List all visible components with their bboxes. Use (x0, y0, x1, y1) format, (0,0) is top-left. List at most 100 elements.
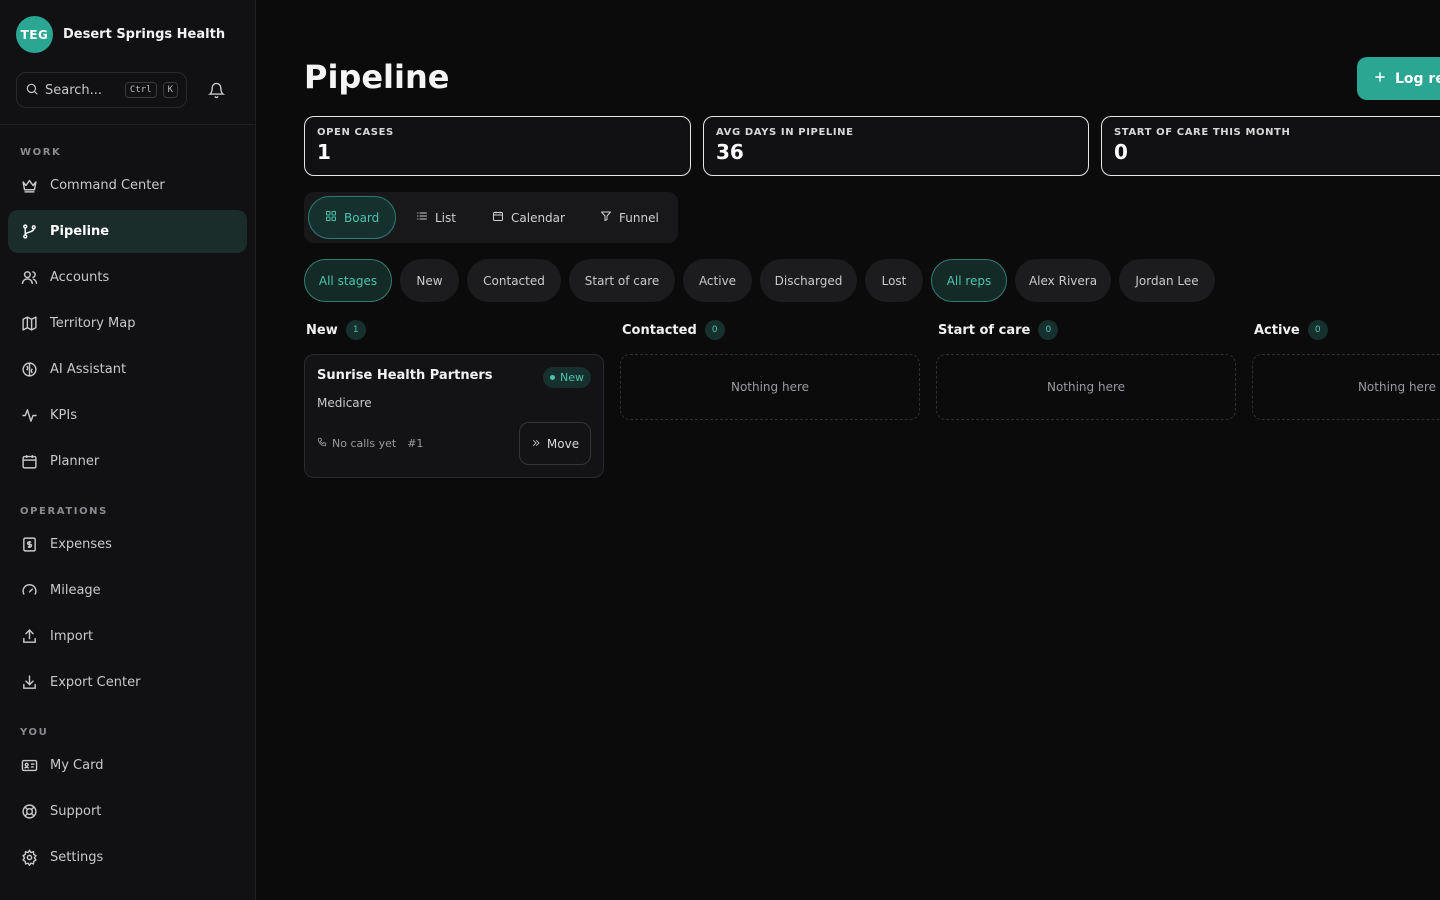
empty-column-contacted: Nothing here (620, 354, 920, 420)
sidebar-item-ai-assistant[interactable]: AI Assistant (8, 348, 247, 391)
sidebar-item-settings[interactable]: Settings (8, 836, 247, 879)
chip-all-stages[interactable]: All stages (304, 259, 392, 302)
plus-icon (1373, 70, 1387, 88)
tab-funnel[interactable]: Funnel (584, 196, 675, 239)
page-title: Pipeline (304, 58, 450, 96)
pipeline-card[interactable]: Sunrise Health Partners New Medicare No … (304, 354, 604, 478)
stat-start-of-care: START OF CARE THIS MONTH 0 (1101, 116, 1440, 176)
receipt-icon (20, 536, 38, 554)
chip-all-reps[interactable]: All reps (931, 259, 1007, 302)
sidebar-item-command-center[interactable]: Command Center (8, 164, 247, 207)
sidebar-item-kpis[interactable]: KPIs (8, 394, 247, 437)
section-title-operations: OPERATIONS (20, 506, 108, 517)
sidebar-item-mileage[interactable]: Mileage (8, 569, 247, 612)
chevrons-right-icon (531, 437, 541, 451)
sidebar-item-label: Command Center (50, 178, 165, 193)
sidebar-item-label: Accounts (50, 270, 110, 285)
tab-calendar[interactable]: Calendar (476, 196, 581, 239)
calendar-icon (492, 210, 504, 225)
search-placeholder: Search... (45, 82, 103, 98)
sidebar-item-pipeline[interactable]: Pipeline (8, 210, 247, 253)
badge-label: New (560, 371, 584, 384)
search-input[interactable]: Search... Ctrl K (16, 72, 187, 108)
empty-column-active: Nothing here (1252, 354, 1440, 420)
chip-new[interactable]: New (400, 259, 459, 302)
users-icon (20, 269, 38, 287)
column-title: Active (1254, 322, 1300, 338)
sidebar-item-label: Settings (50, 850, 104, 865)
sidebar-item-planner[interactable]: Planner (8, 440, 247, 483)
empty-column-start-of-care: Nothing here (936, 354, 1236, 420)
card-title: Sunrise Health Partners (317, 368, 493, 383)
column-count: 0 (1038, 320, 1059, 340)
chip-lost[interactable]: Lost (865, 259, 923, 302)
sidebar-item-accounts[interactable]: Accounts (8, 256, 247, 299)
brand-logo: TEG (16, 16, 53, 53)
gauge-icon (20, 582, 38, 600)
brain-icon (20, 361, 38, 379)
column-title: Contacted (622, 322, 697, 338)
status-dot (550, 375, 555, 380)
tab-label: Funnel (619, 210, 659, 225)
chip-start-of-care[interactable]: Start of care (569, 259, 675, 302)
column-title: Start of care (938, 322, 1031, 338)
stat-value: 36 (716, 140, 744, 164)
chip-alex-rivera[interactable]: Alex Rivera (1015, 259, 1111, 302)
sidebar-item-my-card[interactable]: My Card (8, 744, 247, 787)
move-button[interactable]: Move (519, 422, 591, 465)
chip-contacted[interactable]: Contacted (467, 259, 561, 302)
log-referral-button[interactable]: Log ref (1357, 57, 1440, 100)
stat-label: START OF CARE THIS MONTH (1114, 127, 1291, 138)
stat-value: 1 (317, 140, 331, 164)
sidebar-item-label: Expenses (50, 537, 112, 552)
log-button-label: Log ref (1395, 70, 1440, 87)
filter-icon (600, 210, 612, 225)
search-icon (25, 81, 39, 100)
map-icon (20, 315, 38, 333)
sidebar-item-label: AI Assistant (50, 362, 127, 377)
card-number: #1 (407, 437, 424, 450)
column-title: New (306, 322, 338, 338)
id-card-icon (20, 757, 38, 775)
shortcut-ctrl: Ctrl (124, 82, 157, 98)
sidebar-item-label: Pipeline (50, 224, 110, 239)
column-count: 1 (345, 320, 366, 340)
column-count: 0 (704, 320, 725, 340)
bell-icon[interactable] (205, 79, 227, 101)
card-subtitle: Medicare (317, 396, 372, 410)
branch-icon (20, 223, 38, 241)
sidebar-item-import[interactable]: Import (8, 615, 247, 658)
sidebar-item-expenses[interactable]: Expenses (8, 523, 247, 566)
tab-label: Calendar (511, 210, 565, 225)
column-header-start-of-care: Start of care 0 (938, 320, 1059, 340)
calendar-icon (20, 453, 38, 471)
chip-jordan-lee[interactable]: Jordan Lee (1119, 259, 1215, 302)
crown-icon (20, 177, 38, 195)
chip-active[interactable]: Active (683, 259, 752, 302)
sidebar-item-export-center[interactable]: Export Center (8, 661, 247, 704)
sidebar-item-label: Export Center (50, 675, 141, 690)
phone-icon (317, 437, 327, 450)
chip-discharged[interactable]: Discharged (760, 259, 857, 302)
brand[interactable]: TEG Desert Springs Health (16, 16, 225, 53)
sidebar-item-support[interactable]: Support (8, 790, 247, 833)
column-header-new: New 1 (306, 320, 366, 340)
sidebar-item-label: Support (50, 804, 102, 819)
view-tabs: Board List Calendar Funnel (304, 192, 678, 243)
tab-list[interactable]: List (400, 196, 472, 239)
column-header-active: Active 0 (1254, 320, 1328, 340)
sidebar-item-label: Mileage (50, 583, 101, 598)
sidebar-item-label: Planner (50, 454, 100, 469)
sidebar-item-territory-map[interactable]: Territory Map (8, 302, 247, 345)
tab-board[interactable]: Board (308, 196, 397, 239)
column-header-contacted: Contacted 0 (622, 320, 725, 340)
sidebar: TEG Desert Springs Health Search... Ctrl… (0, 0, 256, 900)
sidebar-divider (0, 124, 255, 125)
section-title-you: YOU (20, 727, 49, 738)
download-icon (20, 674, 38, 692)
activity-icon (20, 407, 38, 425)
brand-name: Desert Springs Health (63, 27, 226, 42)
stat-value: 0 (1114, 140, 1128, 164)
sidebar-item-label: My Card (50, 758, 104, 773)
tab-label: List (435, 210, 456, 225)
